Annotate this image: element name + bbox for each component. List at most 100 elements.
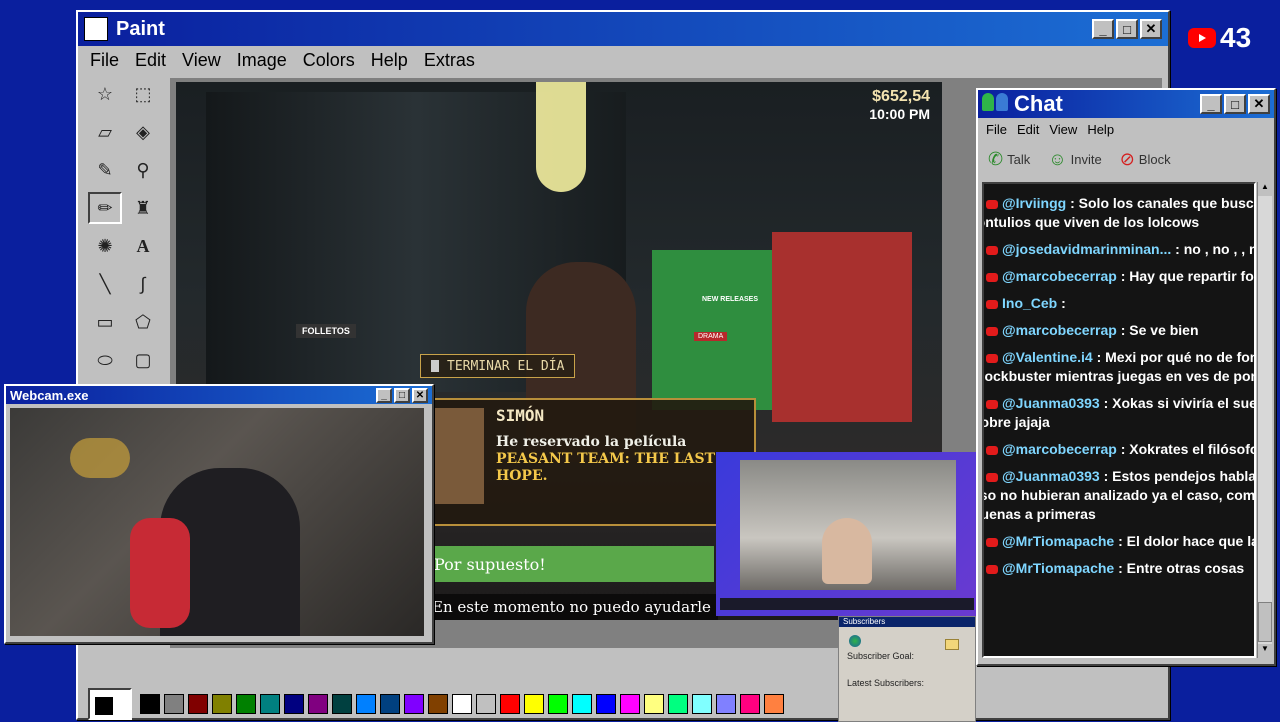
scroll-thumb[interactable] <box>1258 602 1272 642</box>
chat-username[interactable]: @marcobecerrap <box>1002 322 1117 338</box>
color-picker-icon[interactable]: ✎ <box>88 154 122 186</box>
folder-icon <box>945 639 959 650</box>
scroll-up-icon[interactable]: ▲ <box>1258 182 1272 196</box>
palette-swatch[interactable] <box>212 694 232 714</box>
palette-swatch[interactable] <box>452 694 472 714</box>
menu-edit[interactable]: Edit <box>135 50 166 71</box>
secondary-stream <box>716 452 978 616</box>
palette-swatch[interactable] <box>764 694 784 714</box>
palette-swatch[interactable] <box>380 694 400 714</box>
end-day-button[interactable]: TERMINAR EL DÍA <box>420 354 576 378</box>
red-wall <box>772 232 912 422</box>
invite-button[interactable]: ☺ Invite <box>1048 149 1101 170</box>
free-select-icon[interactable]: ☆ <box>88 78 122 110</box>
chat-menu-help[interactable]: Help <box>1087 122 1114 137</box>
line-icon[interactable]: ╲ <box>88 268 122 300</box>
webcam-maximize-button[interactable]: □ <box>394 387 410 403</box>
menu-image[interactable]: Image <box>237 50 287 71</box>
chat-titlebar[interactable]: Chat _ □ ✕ <box>978 90 1274 118</box>
palette-swatch[interactable] <box>476 694 496 714</box>
time-display: 10:00 PM <box>869 106 930 122</box>
palette-swatch[interactable] <box>404 694 424 714</box>
palette-swatch[interactable] <box>500 694 520 714</box>
magnifier-icon[interactable]: ⚲ <box>126 154 160 186</box>
brush-icon[interactable]: ♜ <box>126 192 160 224</box>
webcam-minimize-button[interactable]: _ <box>376 387 392 403</box>
talk-button[interactable]: ✆ Talk <box>988 149 1030 170</box>
pencil-icon[interactable]: ✏ <box>88 192 122 224</box>
eraser-icon[interactable]: ▱ <box>88 116 122 148</box>
scroll-down-icon[interactable]: ▼ <box>1258 644 1272 658</box>
chat-close-button[interactable]: ✕ <box>1248 94 1270 114</box>
chat-username[interactable]: @MrTiomapache <box>1002 560 1114 576</box>
fill-bucket-icon[interactable]: ◈ <box>126 116 160 148</box>
webcam-title: Webcam.exe <box>10 387 89 403</box>
chat-scrollbar[interactable]: ▲ ▼ <box>1257 182 1272 658</box>
menu-colors[interactable]: Colors <box>303 50 355 71</box>
palette-swatch[interactable] <box>524 694 544 714</box>
palette-swatch[interactable] <box>356 694 376 714</box>
palette-swatch[interactable] <box>332 694 352 714</box>
chat-username[interactable]: @MrTiomapache <box>1002 533 1114 549</box>
palette-swatch[interactable] <box>596 694 616 714</box>
rounded-rect-icon[interactable]: ▢ <box>126 344 160 376</box>
youtube-badge-icon <box>986 445 998 455</box>
palette-swatch[interactable] <box>644 694 664 714</box>
chat-minimize-button[interactable]: _ <box>1200 94 1222 114</box>
palette-swatch[interactable] <box>572 694 592 714</box>
palette-swatch[interactable] <box>620 694 640 714</box>
airbrush-icon[interactable]: ✺ <box>88 230 122 262</box>
palette-swatch[interactable] <box>740 694 760 714</box>
chat-username[interactable]: @Juanma0393 <box>1002 395 1100 411</box>
rectangle-icon[interactable]: ▭ <box>88 306 122 338</box>
chat-username[interactable]: @Irviingg <box>1002 195 1066 211</box>
palette-swatch[interactable] <box>716 694 736 714</box>
block-button[interactable]: ⊘ Block <box>1120 149 1171 170</box>
talk-icon: ✆ <box>988 148 1004 169</box>
menu-file[interactable]: File <box>90 50 119 71</box>
chat-menu-file[interactable]: File <box>986 122 1007 137</box>
close-button[interactable]: ✕ <box>1140 19 1162 39</box>
chat-username[interactable]: @Juanma0393 <box>1002 468 1100 484</box>
webcam-close-button[interactable]: ✕ <box>412 387 428 403</box>
maximize-button[interactable]: □ <box>1116 19 1138 39</box>
menu-help[interactable]: Help <box>371 50 408 71</box>
chat-menu-view[interactable]: View <box>1049 122 1077 137</box>
ellipse-icon[interactable]: ⬭ <box>88 344 122 376</box>
chat-title: Chat <box>1014 91 1063 116</box>
palette-swatch[interactable] <box>140 694 160 714</box>
rect-select-icon[interactable]: ⬚ <box>126 78 160 110</box>
chat-username[interactable]: @josedavidmarinminan... <box>1002 241 1171 257</box>
curve-icon[interactable]: ∫ <box>126 268 160 300</box>
palette-swatch[interactable] <box>236 694 256 714</box>
palette-swatch[interactable] <box>188 694 208 714</box>
palette-swatch[interactable] <box>548 694 568 714</box>
palette-swatch[interactable] <box>260 694 280 714</box>
palette-swatch[interactable] <box>668 694 688 714</box>
text-icon[interactable]: A <box>126 230 160 262</box>
current-colors[interactable] <box>88 688 132 720</box>
dialog-option-no[interactable]: En este momento no puedo ayudarle <box>428 594 718 620</box>
chat-menu-edit[interactable]: Edit <box>1017 122 1039 137</box>
chat-username[interactable]: @marcobecerrap <box>1002 268 1117 284</box>
webcam-titlebar[interactable]: Webcam.exe _ □ ✕ <box>6 386 432 404</box>
palette-swatch[interactable] <box>164 694 184 714</box>
dialog-option-yes[interactable]: Por supuesto! <box>428 546 714 582</box>
subscribers-widget: Subscribers Subscriber Goal: Latest Subs… <box>838 616 976 722</box>
palette-swatch[interactable] <box>692 694 712 714</box>
chat-menubar: File Edit View Help <box>978 118 1274 140</box>
chat-username[interactable]: @marcobecerrap <box>1002 441 1117 457</box>
sign-folletos: FOLLETOS <box>296 324 356 338</box>
chat-username[interactable]: Ino_Ceb <box>1002 295 1057 311</box>
youtube-badge-icon <box>986 564 998 574</box>
polygon-icon[interactable]: ⬠ <box>126 306 160 338</box>
palette-swatch[interactable] <box>284 694 304 714</box>
palette-swatch[interactable] <box>428 694 448 714</box>
palette-swatch[interactable] <box>308 694 328 714</box>
menu-extras[interactable]: Extras <box>424 50 475 71</box>
chat-username[interactable]: @Valentine.i4 <box>1002 349 1093 365</box>
paint-titlebar[interactable]: Paint _ □ ✕ <box>78 12 1168 46</box>
menu-view[interactable]: View <box>182 50 221 71</box>
chat-maximize-button[interactable]: □ <box>1224 94 1246 114</box>
minimize-button[interactable]: _ <box>1092 19 1114 39</box>
